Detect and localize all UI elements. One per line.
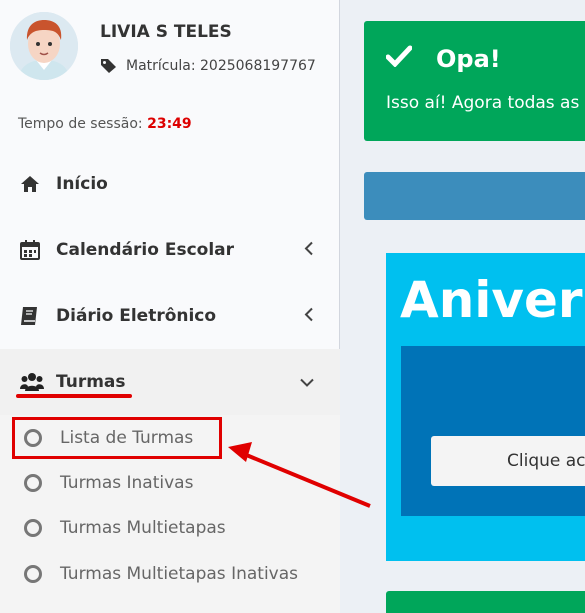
circle-icon	[24, 518, 42, 537]
menu-item-calendario[interactable]: Calendário Escolar	[0, 217, 340, 283]
submenu-item-turmas-multietapas-inativas[interactable]: Turmas Multietapas Inativas	[0, 551, 340, 596]
user-registration: Matrícula: 2025068197767	[100, 58, 316, 74]
menu-label-calendario: Calendário Escolar	[56, 240, 235, 260]
users-icon	[20, 371, 46, 393]
annotation-underline	[16, 394, 132, 398]
user-name: LIVIA S TELES	[100, 22, 232, 42]
birthday-panel: Anivers Clique ac	[386, 253, 585, 561]
submenu-item-turmas-multietapas[interactable]: Turmas Multietapas	[0, 505, 340, 550]
bottom-green-panel	[386, 591, 585, 613]
menu-item-diario[interactable]: Diário Eletrônico	[0, 283, 340, 349]
avatar[interactable]	[10, 12, 78, 80]
session-label: Tempo de sessão:	[18, 116, 143, 132]
chevron-down-icon	[300, 373, 314, 392]
annotation-highlight-box	[12, 417, 222, 459]
circle-icon	[24, 473, 42, 492]
home-icon	[20, 173, 46, 195]
menu-item-inicio[interactable]: Início	[0, 151, 340, 217]
chevron-left-icon	[304, 307, 314, 326]
sidebar: LIVIA S TELES Matrícula: 2025068197767 T…	[0, 0, 340, 613]
calendar-icon	[20, 239, 46, 261]
info-bar	[364, 172, 585, 220]
session-time: 23:49	[147, 116, 192, 132]
success-alert: Opa! Isso aí! Agora todas as	[364, 21, 585, 141]
check-icon	[385, 45, 413, 71]
book-icon	[20, 305, 46, 327]
tags-icon	[101, 59, 116, 73]
submenu-label: Turmas Multietapas Inativas	[60, 563, 298, 584]
alert-title: Opa!	[436, 45, 501, 73]
submenu-label: Turmas Multietapas	[60, 517, 226, 538]
avatar-illustration	[10, 12, 78, 80]
chevron-left-icon	[304, 241, 314, 260]
submenu-label: Turmas Inativas	[60, 472, 194, 493]
submenu-item-turmas-inativas[interactable]: Turmas Inativas	[0, 460, 340, 505]
menu-label-inicio: Início	[56, 174, 108, 194]
birthday-title: Anivers	[400, 271, 585, 329]
birthday-inner-panel: Clique ac	[401, 346, 585, 516]
circle-icon	[24, 564, 42, 583]
registration-text: Matrícula: 2025068197767	[126, 58, 316, 74]
alert-text: Isso aí! Agora todas as	[386, 93, 580, 113]
click-here-button[interactable]: Clique ac	[431, 436, 585, 486]
menu-label-diario: Diário Eletrônico	[56, 306, 217, 326]
menu-label-turmas: Turmas	[56, 372, 126, 392]
session-timer: Tempo de sessão: 23:49	[18, 116, 192, 132]
menu-item-turmas[interactable]: Turmas	[0, 349, 340, 415]
